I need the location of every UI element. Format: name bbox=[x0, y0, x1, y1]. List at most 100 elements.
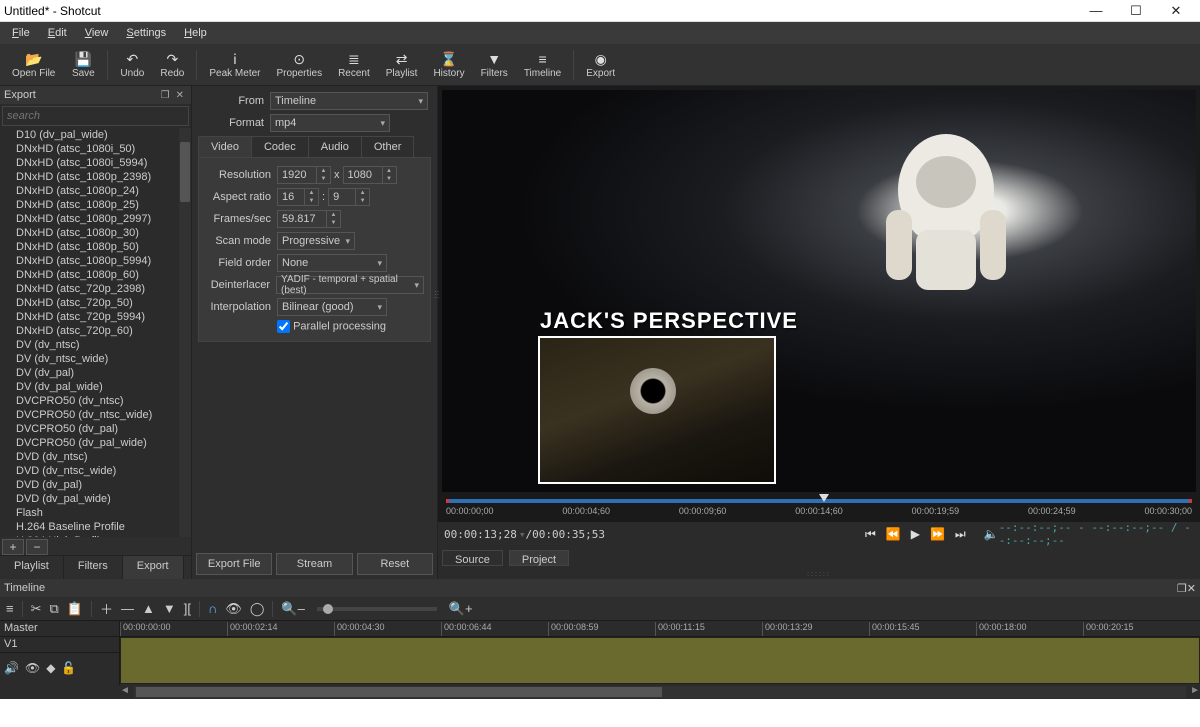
preset-item[interactable]: DV (dv_ntsc_wide) bbox=[14, 352, 191, 366]
toolbar-timeline[interactable]: ≡Timeline bbox=[518, 49, 567, 81]
append-icon[interactable]: ＋ bbox=[100, 599, 113, 618]
deinterlacer-select[interactable]: YADIF - temporal + spatial (best) bbox=[276, 276, 424, 294]
menu-file[interactable]: File bbox=[4, 25, 38, 41]
preset-item[interactable]: H.264 High Profile bbox=[14, 534, 191, 537]
scrub-icon[interactable]: 👁 bbox=[225, 601, 242, 617]
menu-view[interactable]: View bbox=[77, 25, 117, 41]
aspect-height-input[interactable]: 9▲▼ bbox=[328, 188, 370, 206]
scan-select[interactable]: Progressive bbox=[277, 232, 355, 250]
menu-settings[interactable]: Settings bbox=[118, 25, 174, 41]
splitter-handle[interactable]: ······ bbox=[434, 290, 442, 320]
preset-item[interactable]: DNxHD (atsc_1080p_2398) bbox=[14, 170, 191, 184]
toolbar-playlist[interactable]: ⇄Playlist bbox=[380, 49, 424, 81]
resolution-width-input[interactable]: 1920▲▼ bbox=[277, 166, 331, 184]
skip-end-icon[interactable]: ⏭ bbox=[955, 527, 966, 542]
format-select[interactable]: mp4 bbox=[270, 114, 390, 132]
toolbar-peak-meter[interactable]: ⅰPeak Meter bbox=[203, 49, 266, 81]
preset-item[interactable]: Flash bbox=[14, 506, 191, 520]
preset-item[interactable]: DV (dv_ntsc) bbox=[14, 338, 191, 352]
parallel-checkbox[interactable] bbox=[277, 320, 290, 333]
preview-viewport[interactable]: JACK'S PERSPECTIVE bbox=[442, 90, 1196, 492]
close-panel-icon[interactable]: ✕ bbox=[173, 90, 187, 101]
preset-list[interactable]: D10 (dv_pal_wide)DNxHD (atsc_1080i_50) DN… bbox=[0, 128, 191, 537]
preset-item[interactable]: DNxHD (atsc_1080p_2997) bbox=[14, 212, 191, 226]
ripple-icon[interactable]: ◯ bbox=[250, 601, 265, 617]
zoom-slider[interactable] bbox=[317, 607, 437, 611]
preset-item[interactable]: DVCPRO50 (dv_ntsc) bbox=[14, 394, 191, 408]
toolbar-filters[interactable]: ▼Filters bbox=[475, 49, 514, 81]
preset-item[interactable]: DNxHD (atsc_1080p_25) bbox=[14, 198, 191, 212]
toolbar-open-file[interactable]: 📂Open File bbox=[6, 49, 61, 81]
master-track-header[interactable]: Master bbox=[0, 621, 119, 637]
aspect-width-input[interactable]: 16▲▼ bbox=[277, 188, 319, 206]
preset-item[interactable]: DNxHD (atsc_720p_5994) bbox=[14, 310, 191, 324]
preset-item[interactable]: DNxHD (atsc_1080p_60) bbox=[14, 268, 191, 282]
export-tab-audio[interactable]: Audio bbox=[308, 136, 362, 157]
reset-button[interactable]: Reset bbox=[357, 553, 433, 575]
snap-icon[interactable]: ∩ bbox=[208, 601, 217, 616]
lift-icon[interactable]: ▲ bbox=[142, 601, 155, 616]
zoom-out-icon[interactable]: 🔍‒ bbox=[281, 601, 304, 617]
skip-start-icon[interactable]: ⏮ bbox=[865, 527, 876, 542]
preset-item[interactable]: DVCPRO50 (dv_pal) bbox=[14, 422, 191, 436]
tab-playlist[interactable]: Playlist bbox=[0, 556, 64, 579]
fps-input[interactable]: 59.817▲▼ bbox=[277, 210, 341, 228]
menu-help[interactable]: Help bbox=[176, 25, 215, 41]
stream-button[interactable]: Stream bbox=[276, 553, 352, 575]
rewind-icon[interactable]: ⏪ bbox=[886, 527, 901, 542]
preset-search-input[interactable] bbox=[3, 107, 188, 125]
preset-item[interactable]: H.264 Baseline Profile bbox=[14, 520, 191, 534]
maximize-button[interactable]: ☐ bbox=[1116, 0, 1156, 22]
current-timecode[interactable]: 00:00:13;28 bbox=[444, 528, 517, 541]
play-icon[interactable]: ▶ bbox=[911, 527, 920, 542]
close-button[interactable]: ✕ bbox=[1156, 0, 1196, 22]
remove-icon[interactable]: — bbox=[121, 601, 134, 616]
panel-resize-handle[interactable]: :::::: bbox=[438, 570, 1200, 579]
preset-item[interactable]: D10 (dv_pal_wide) bbox=[14, 128, 191, 142]
toolbar-recent[interactable]: ≣Recent bbox=[332, 49, 376, 81]
preset-item[interactable]: DNxHD (atsc_1080p_30) bbox=[14, 226, 191, 240]
timeline-clip[interactable] bbox=[120, 637, 1200, 684]
export-tab-codec[interactable]: Codec bbox=[251, 136, 309, 157]
preset-search[interactable] bbox=[2, 106, 189, 126]
toolbar-history[interactable]: ⌛History bbox=[427, 49, 470, 81]
preset-item[interactable]: DVD (dv_ntsc) bbox=[14, 450, 191, 464]
preset-scrollbar[interactable] bbox=[179, 128, 191, 537]
preset-item[interactable]: DNxHD (atsc_1080i_50) bbox=[14, 142, 191, 156]
lock-icon[interactable]: 🔓 bbox=[61, 661, 76, 675]
toolbar-export[interactable]: ◉Export bbox=[580, 49, 621, 81]
insert-icon[interactable]: ▼ bbox=[163, 601, 176, 616]
minimize-button[interactable]: — bbox=[1076, 0, 1116, 22]
mute-icon[interactable]: 🔊 bbox=[4, 661, 19, 675]
from-select[interactable]: Timeline bbox=[270, 92, 428, 110]
add-preset-button[interactable]: + bbox=[2, 539, 24, 555]
volume-icon[interactable]: 🔈 bbox=[984, 527, 999, 542]
copy-icon[interactable]: ⧉ bbox=[50, 601, 59, 617]
export-tab-video[interactable]: Video bbox=[198, 136, 252, 157]
tab-export[interactable]: Export bbox=[123, 556, 184, 579]
remove-preset-button[interactable]: − bbox=[26, 539, 48, 555]
preset-item[interactable]: DV (dv_pal) bbox=[14, 366, 191, 380]
preset-item[interactable]: DNxHD (atsc_720p_60) bbox=[14, 324, 191, 338]
fast-forward-icon[interactable]: ⏩ bbox=[930, 527, 945, 542]
zoom-in-icon[interactable]: 🔍+ bbox=[449, 601, 473, 617]
hide-icon[interactable]: 👁 bbox=[25, 661, 40, 675]
preview-tab-source[interactable]: Source bbox=[442, 550, 503, 566]
export-tab-other[interactable]: Other bbox=[361, 136, 415, 157]
field-select[interactable]: None bbox=[277, 254, 387, 272]
scrub-bar[interactable]: 00:00:00;0000:00:04;6000:00:09;6000:00:1… bbox=[442, 496, 1196, 522]
preview-tab-project[interactable]: Project bbox=[509, 550, 569, 566]
timeline-tracks[interactable]: 00:00:00:0000:00:02:1400:00:04:3000:00:0… bbox=[120, 621, 1200, 685]
tl-menu-icon[interactable]: ≡ bbox=[6, 601, 14, 616]
toolbar-properties[interactable]: ⊙Properties bbox=[271, 49, 329, 81]
preset-item[interactable]: DNxHD (atsc_720p_2398) bbox=[14, 282, 191, 296]
timeline-undock-icon[interactable]: ❐ bbox=[1177, 582, 1187, 595]
tab-filters[interactable]: Filters bbox=[64, 556, 123, 579]
preset-item[interactable]: DVCPRO50 (dv_pal_wide) bbox=[14, 436, 191, 450]
export-file-button[interactable]: Export File bbox=[196, 553, 272, 575]
toolbar-save[interactable]: 💾Save bbox=[65, 49, 101, 81]
preset-item[interactable]: DNxHD (atsc_1080p_50) bbox=[14, 240, 191, 254]
preset-item[interactable]: DNxHD (atsc_1080p_5994) bbox=[14, 254, 191, 268]
timeline-close-icon[interactable]: ✕ bbox=[1187, 582, 1196, 595]
preset-item[interactable]: DVD (dv_pal_wide) bbox=[14, 492, 191, 506]
